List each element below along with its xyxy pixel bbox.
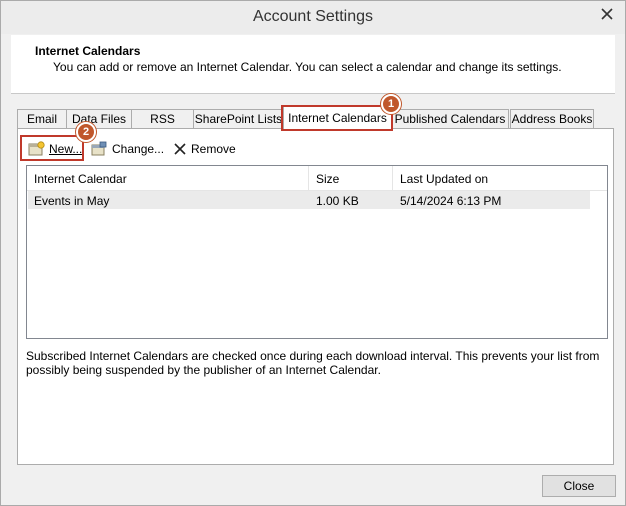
subscription-note: Subscribed Internet Calendars are checke… xyxy=(26,349,600,377)
step1-badge: 1 xyxy=(381,94,401,114)
new-button[interactable]: New... xyxy=(28,139,82,159)
column-size[interactable]: Size xyxy=(309,166,393,191)
row-last-updated: 5/14/2024 6:13 PM xyxy=(400,194,502,208)
column-last-updated[interactable]: Last Updated on xyxy=(393,166,607,191)
window-close-button[interactable] xyxy=(591,2,623,26)
account-settings-window: Account Settings Internet Calendars You … xyxy=(0,0,626,506)
new-calendar-icon xyxy=(28,141,45,156)
tab-published-calendars[interactable]: Published Calendars xyxy=(391,109,509,129)
new-button-label: New... xyxy=(49,142,83,156)
table-row[interactable]: Events in May 1.00 KB 5/14/2024 6:13 PM xyxy=(28,191,590,209)
column-internet-calendar[interactable]: Internet Calendar xyxy=(27,166,309,191)
tab-strip: Email Data Files RSS Feeds SharePoint Li… xyxy=(17,106,597,140)
header-panel: Internet Calendars You can add or remove… xyxy=(11,35,615,94)
tab-sharepoint-lists[interactable]: SharePoint Lists xyxy=(193,109,284,129)
row-calendar-name: Events in May xyxy=(34,194,110,208)
tab-internet-calendars[interactable]: Internet Calendars xyxy=(283,106,392,129)
internet-calendars-panel: New... Change... Remove Internet Calenda… xyxy=(17,128,614,465)
remove-x-icon xyxy=(174,143,186,155)
window-title: Account Settings xyxy=(252,8,374,25)
section-title: Internet Calendars xyxy=(35,44,141,58)
tab-data-files[interactable]: Data Files xyxy=(66,109,132,129)
calendar-list[interactable]: Internet Calendar Size Last Updated on E… xyxy=(26,165,608,339)
title-bar: Account Settings xyxy=(1,1,625,34)
close-button[interactable]: Close xyxy=(542,475,616,497)
remove-button[interactable]: Remove xyxy=(173,139,236,159)
tab-email[interactable]: Email xyxy=(17,109,67,129)
section-description: You can add or remove an Internet Calend… xyxy=(53,60,562,74)
tab-rss-feeds[interactable]: RSS Feeds xyxy=(131,109,194,140)
close-icon xyxy=(601,8,613,20)
remove-button-label: Remove xyxy=(191,142,236,156)
tab-address-books[interactable]: Address Books xyxy=(510,109,594,129)
change-button[interactable]: Change... xyxy=(91,139,164,159)
change-calendar-icon xyxy=(91,141,107,156)
step2-badge: 2 xyxy=(76,122,96,142)
change-button-label: Change... xyxy=(112,142,165,156)
row-size: 1.00 KB xyxy=(316,194,359,208)
list-header: Internet Calendar Size Last Updated on xyxy=(27,166,607,191)
